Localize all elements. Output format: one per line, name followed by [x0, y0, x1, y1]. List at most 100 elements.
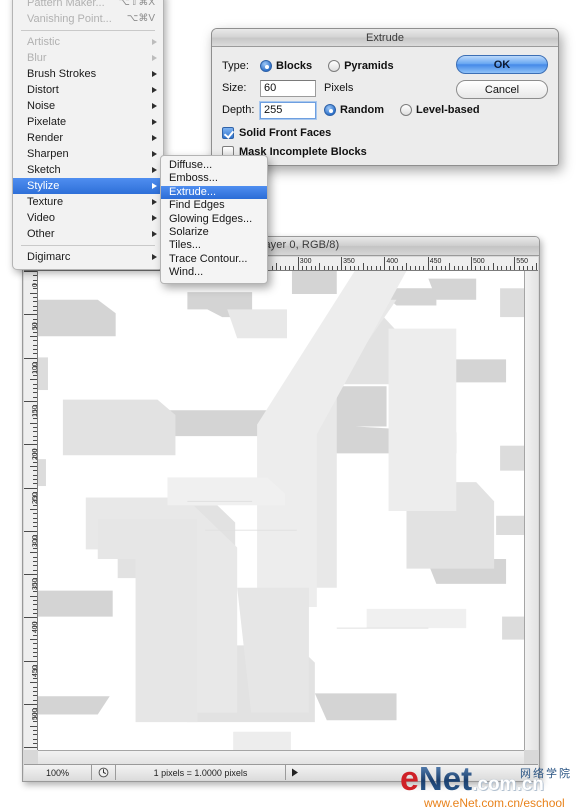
ruler-tick: [30, 725, 37, 727]
submenu-item-extrude[interactable]: Extrude...: [161, 185, 267, 200]
radio-pyramids-label[interactable]: Pyramids: [344, 60, 394, 72]
menu-item-distort[interactable]: Distort: [13, 82, 163, 98]
filter-menu[interactable]: Pattern Maker... ⌥⇧⌘X Vanishing Point... ⌥⌘…: [12, 0, 164, 270]
menu-item-pixelate[interactable]: Pixelate: [13, 114, 163, 130]
size-input[interactable]: 60: [260, 79, 316, 97]
ruler-tick: [427, 257, 429, 270]
menu-item-label: Pattern Maker...: [27, 0, 105, 9]
ruler-tick: [302, 266, 304, 270]
menu-item-label: Texture: [27, 196, 64, 208]
ruler-tick: [33, 626, 37, 628]
ruler-tick: [33, 366, 37, 368]
ruler-tick: [33, 556, 37, 558]
menu-item-render[interactable]: Render: [13, 130, 163, 146]
ruler-tick: [453, 266, 455, 270]
radio-blocks[interactable]: [260, 60, 272, 72]
solid-front-faces-row[interactable]: Solid Front Faces: [222, 124, 548, 141]
ruler-tick: [33, 301, 37, 303]
submenu-item-solarize[interactable]: Solarize: [161, 226, 267, 239]
menu-item-label: Video: [27, 212, 55, 224]
depth-input[interactable]: 255: [260, 101, 316, 119]
chevron-right-icon: [152, 199, 157, 205]
vertical-ruler[interactable]: 050100150200250300350400450500550: [24, 271, 38, 750]
ruler-tick: [33, 548, 37, 550]
ruler-tick: [33, 721, 37, 723]
ruler-tick: [33, 296, 37, 298]
menu-item-stylize[interactable]: Stylize: [13, 178, 163, 194]
ruler-tick: [33, 716, 37, 718]
ruler-tick: [33, 587, 37, 589]
document-canvas[interactable]: [38, 271, 524, 750]
ruler-tick: [33, 526, 37, 528]
radio-level-based[interactable]: [400, 104, 412, 116]
scale-info-text: 1 pixels = 1.0000 pixels: [116, 765, 286, 780]
mask-incomplete-blocks-row[interactable]: Mask Incomplete Blocks: [222, 143, 548, 160]
ruler-tick: [33, 565, 37, 567]
menu-item-label: Distort: [27, 84, 59, 96]
ruler-tick: [332, 266, 334, 270]
cancel-button[interactable]: Cancel: [456, 80, 548, 99]
ruler-tick: [33, 413, 37, 415]
menu-item-noise[interactable]: Noise: [13, 98, 163, 114]
menu-item-texture[interactable]: Texture: [13, 194, 163, 210]
ruler-tick: [33, 591, 37, 593]
ruler-tick: [24, 357, 37, 359]
chevron-right-icon: [152, 119, 157, 125]
vertical-scrollbar[interactable]: [524, 271, 538, 750]
submenu-item-find-edges[interactable]: Find Edges: [161, 199, 267, 212]
submenu-item-tiles[interactable]: Tiles...: [161, 239, 267, 252]
scale-icon[interactable]: [92, 765, 116, 780]
menu-item-video[interactable]: Video: [13, 210, 163, 226]
ruler-tick: [280, 266, 282, 270]
submenu-item-glowing-edges[interactable]: Glowing Edges...: [161, 213, 267, 226]
ruler-tick: [462, 266, 464, 270]
chevron-right-icon: [152, 231, 157, 237]
triangle-right-icon[interactable]: [286, 765, 304, 780]
radio-random-label[interactable]: Random: [340, 104, 384, 116]
radio-pyramids[interactable]: [328, 60, 341, 72]
ruler-tick: [397, 266, 399, 270]
ruler-tick: [33, 361, 37, 363]
menu-item-sketch[interactable]: Sketch: [13, 162, 163, 178]
ruler-label: 500: [473, 258, 485, 265]
photoshop-document-window: 100% (Layer 0, RGB/8) 050100150200250300…: [22, 236, 540, 782]
menu-item-other[interactable]: Other: [13, 226, 163, 242]
ruler-tick: [496, 266, 498, 270]
ruler-tick: [30, 292, 37, 294]
ruler-tick: [479, 266, 481, 270]
solid-front-faces-label[interactable]: Solid Front Faces: [239, 127, 331, 139]
submenu-item-trace-contour[interactable]: Trace Contour...: [161, 253, 267, 266]
menu-item-label: Other: [27, 228, 55, 240]
extrude-dialog: Extrude Type: Blocks Pyramids Size: 60 P…: [211, 28, 559, 166]
radio-level-based-label[interactable]: Level-based: [416, 104, 480, 116]
chevron-right-icon: [152, 183, 157, 189]
screenshot-root: 100% (Layer 0, RGB/8) 050100150200250300…: [0, 0, 580, 810]
menu-item-sharpen[interactable]: Sharpen: [13, 146, 163, 162]
checkbox-solid-front-faces[interactable]: [222, 126, 234, 139]
ruler-tick: [33, 327, 37, 329]
dialog-title: Extrude: [212, 29, 558, 47]
ok-button[interactable]: OK: [456, 55, 548, 74]
submenu-item-emboss[interactable]: Emboss...: [161, 172, 267, 185]
chevron-right-icon: [152, 215, 157, 221]
chevron-right-icon: [152, 55, 157, 61]
ruler-tick: [33, 695, 37, 697]
ruler-tick: [33, 457, 37, 459]
ruler-tick: [33, 656, 37, 658]
ruler-tick: [33, 604, 37, 606]
ruler-tick: [33, 496, 37, 498]
stylize-submenu[interactable]: Diffuse... Emboss... Extrude... Find Edges G…: [160, 155, 268, 284]
zoom-level[interactable]: 100%: [24, 765, 92, 780]
ruler-tick: [33, 561, 37, 563]
ruler-tick: [449, 263, 451, 270]
ruler-tick: [33, 439, 37, 441]
radio-random[interactable]: [324, 104, 336, 116]
radio-blocks-label[interactable]: Blocks: [276, 60, 312, 72]
menu-item-digimarc[interactable]: Digimarc: [13, 249, 163, 265]
menu-item-brush-strokes[interactable]: Brush Strokes: [13, 66, 163, 82]
submenu-item-wind[interactable]: Wind...: [161, 266, 267, 279]
ruler-tick: [501, 266, 503, 270]
submenu-item-diffuse[interactable]: Diffuse...: [161, 159, 267, 172]
ruler-tick: [24, 574, 37, 576]
ruler-tick: [33, 396, 37, 398]
